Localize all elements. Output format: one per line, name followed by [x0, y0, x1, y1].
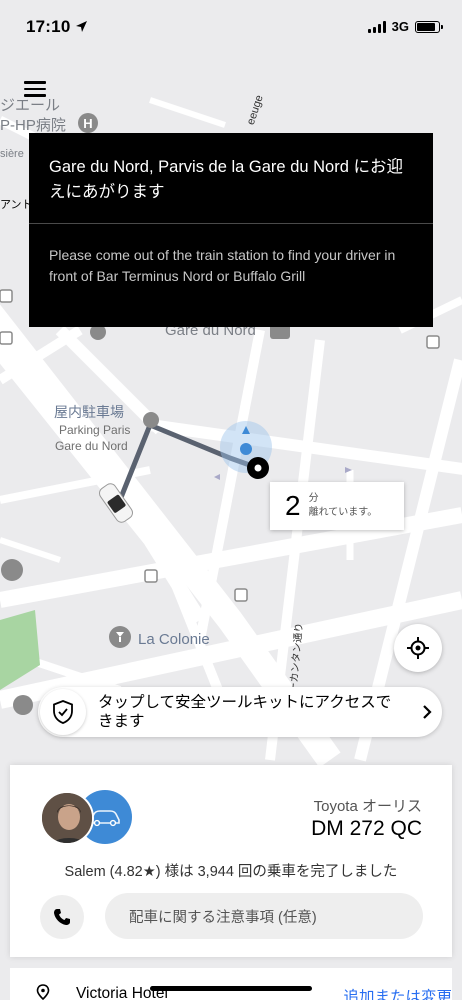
- map-label-hospital: P-HP病院: [0, 117, 66, 134]
- eta-unit-minute: 分: [308, 493, 319, 504]
- map-label-parking-fr-1: Parking Paris: [59, 423, 131, 437]
- pickup-note: Please come out of the train station to …: [49, 247, 396, 284]
- location-arrow-icon: [76, 21, 88, 32]
- map-pin-icon: [36, 984, 50, 1000]
- recenter-location-button[interactable]: [394, 624, 442, 672]
- eta-minutes: 2: [285, 490, 301, 521]
- driver-details-sheet: Toyota オーリス DM 272 QC Salem (4.82★) 様は 3…: [10, 765, 452, 957]
- status-bar: 17:10 3G: [0, 0, 462, 56]
- map-label-parking-jp: 屋内駐車場: [54, 404, 124, 420]
- add-or-change-destination-link[interactable]: 追加または変更: [343, 985, 452, 1000]
- call-driver-button[interactable]: [40, 895, 84, 939]
- signal-icon: [367, 20, 386, 33]
- network-label: 3G: [391, 19, 409, 34]
- map-label-ant: アント: [0, 199, 33, 211]
- destination-row[interactable]: Victoria Hotel 追加または変更: [10, 968, 452, 1000]
- pickup-title: Gare du Nord, Parvis de la Gare du Nord …: [49, 158, 403, 201]
- map-label-parking-fr-2: Gare du Nord: [55, 439, 128, 453]
- license-plate: DM 272 QC: [311, 817, 422, 840]
- hamburger-menu-icon[interactable]: [24, 76, 58, 102]
- svg-text:H: H: [83, 116, 92, 131]
- driver-avatar[interactable]: [40, 791, 94, 845]
- eta-unit-away: 離れています。: [308, 507, 378, 518]
- pickup-note-input[interactable]: 配車に関する注意事項 (任意): [105, 893, 423, 939]
- home-indicator[interactable]: [150, 986, 312, 991]
- phone-icon: [54, 909, 70, 925]
- shield-check-icon: [40, 689, 86, 735]
- status-time-text: 17:10: [26, 17, 71, 36]
- status-indicators: 3G: [367, 19, 443, 34]
- eta-callout: 2 分 離れています。: [270, 482, 404, 530]
- battery-icon: [415, 20, 443, 33]
- safety-toolkit-button[interactable]: タップして安全ツールキットにアクセスできます: [38, 687, 442, 737]
- status-time: 17:10: [26, 17, 88, 37]
- map-label-la-colonie: La Colonie: [138, 631, 210, 648]
- car-model: Toyota オーリス: [313, 798, 422, 815]
- map-label-fragment: sière: [0, 148, 24, 160]
- pickup-info-card: Gare du Nord, Parvis de la Gare du Nord …: [29, 133, 433, 327]
- driver-summary: Salem (4.82★) 様は 3,944 回の乗車を完了しました: [64, 864, 398, 880]
- chevron-right-icon: [412, 704, 442, 720]
- safety-toolkit-text: タップして安全ツールキットにアクセスできます: [98, 694, 392, 730]
- crosshair-icon: [407, 637, 429, 659]
- eta-unit: 分 離れています。: [309, 492, 378, 520]
